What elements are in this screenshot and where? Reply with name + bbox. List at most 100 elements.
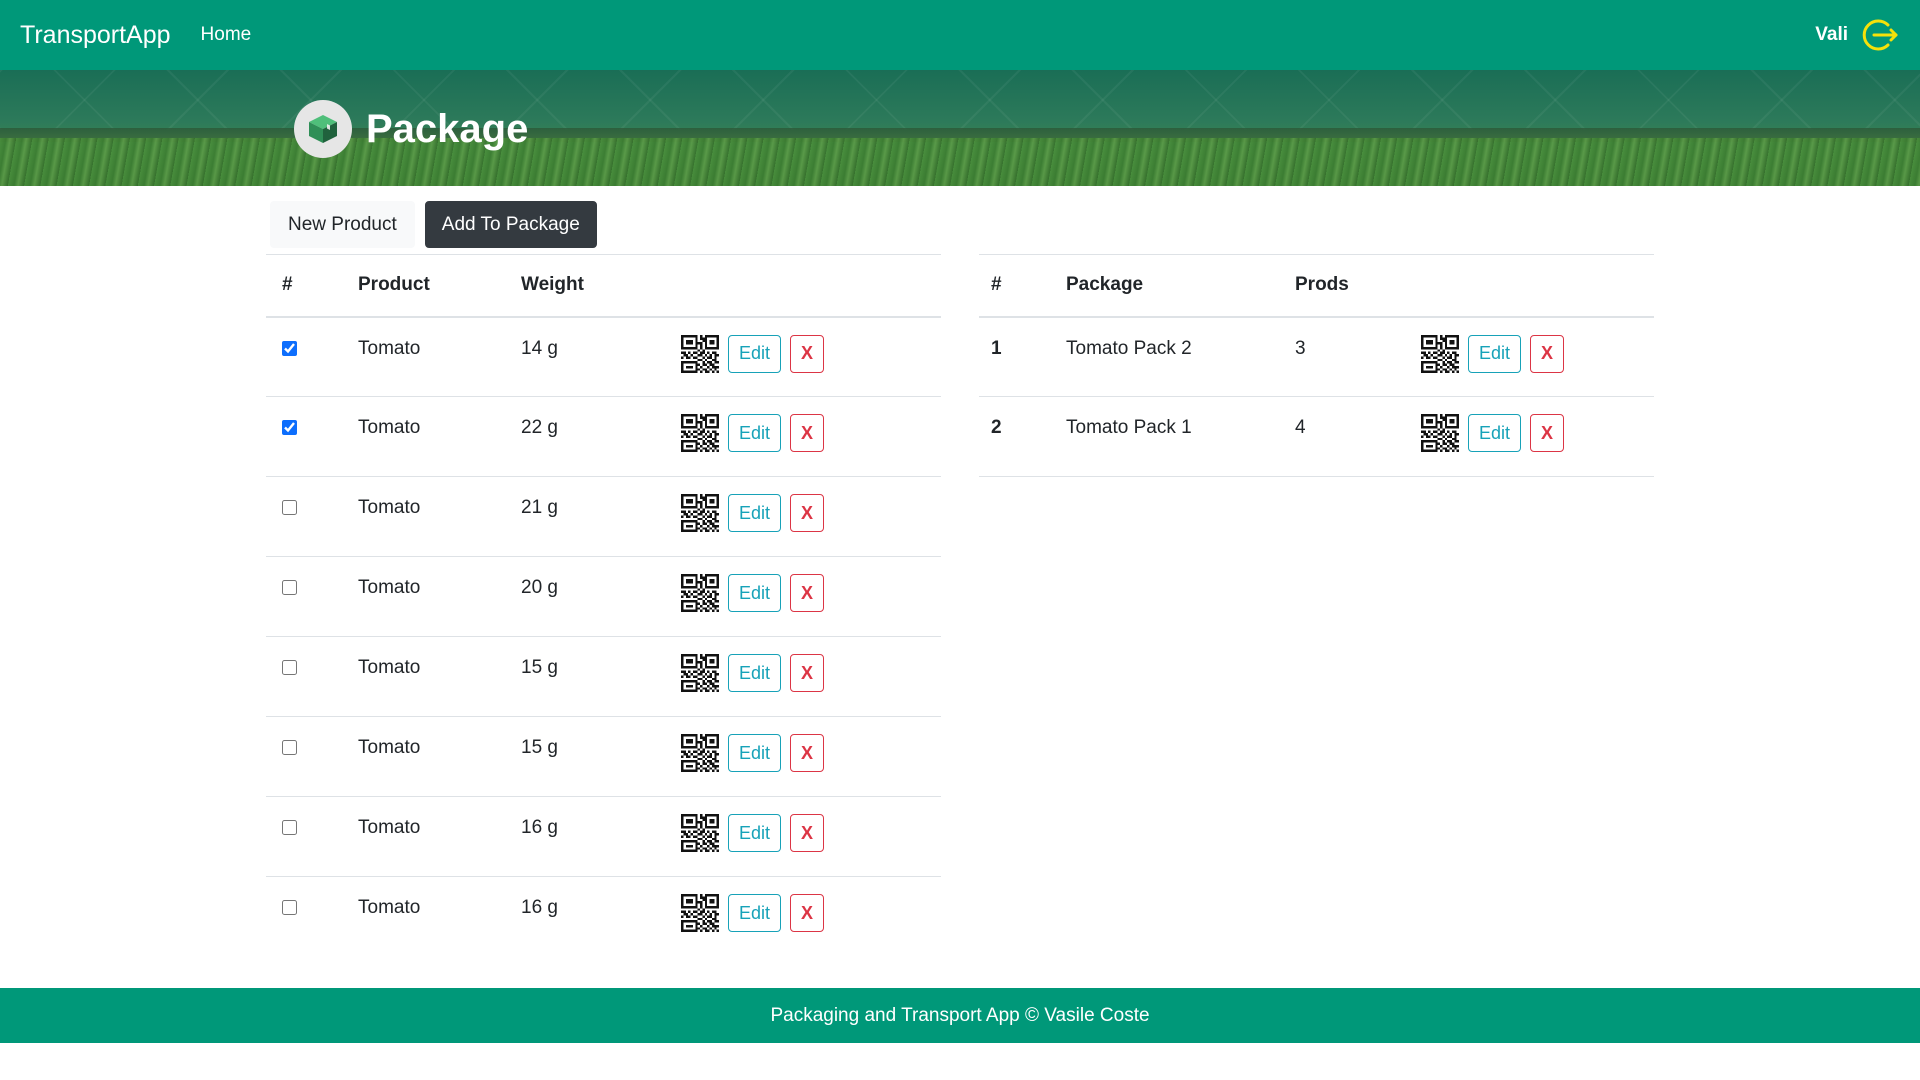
delete-button[interactable]: X	[790, 654, 824, 692]
delete-button[interactable]: X	[790, 894, 824, 932]
column-header-product: Product	[346, 254, 509, 318]
row-actions: Edit X	[1421, 334, 1642, 373]
select-cell	[266, 716, 346, 797]
row-actions: Edit X	[681, 814, 929, 852]
edit-button[interactable]: Edit	[728, 814, 781, 852]
toolbar: New Product Add To Package	[270, 201, 597, 248]
delete-button[interactable]: X	[1530, 334, 1564, 373]
actions-cell: Edit X	[669, 716, 941, 797]
qr-code-icon[interactable]	[681, 494, 719, 532]
select-checkbox[interactable]	[282, 420, 297, 435]
qr-code-icon[interactable]	[1421, 414, 1459, 452]
qr-code-icon[interactable]	[681, 574, 719, 612]
table-row: Tomato 15 g Edit X	[266, 716, 941, 797]
weight-cell: 15 g	[509, 636, 669, 717]
row-actions: Edit X	[681, 414, 929, 452]
select-checkbox[interactable]	[282, 500, 297, 515]
table-row: Tomato 21 g Edit X	[266, 476, 941, 557]
column-header-number: #	[266, 254, 346, 318]
product-cell: Tomato	[346, 636, 509, 717]
weight-cell: 22 g	[509, 396, 669, 477]
product-cell: Tomato	[346, 316, 509, 397]
select-checkbox[interactable]	[282, 660, 297, 675]
column-header-prods: Prods	[1283, 254, 1409, 318]
column-header-weight: Weight	[509, 254, 669, 318]
delete-button[interactable]: X	[790, 814, 824, 852]
weight-cell: 20 g	[509, 556, 669, 637]
packages-header-row: # Package Prods	[979, 254, 1654, 318]
actions-cell: Edit X	[669, 476, 941, 557]
edit-button[interactable]: Edit	[728, 494, 781, 532]
qr-code-icon[interactable]	[681, 334, 719, 373]
select-checkbox[interactable]	[282, 580, 297, 595]
delete-button[interactable]: X	[790, 734, 824, 772]
edit-button[interactable]: Edit	[728, 654, 781, 692]
qr-code-icon[interactable]	[681, 654, 719, 692]
delete-button[interactable]: X	[790, 414, 824, 452]
row-actions: Edit X	[681, 334, 929, 373]
select-checkbox[interactable]	[282, 740, 297, 755]
edit-button[interactable]: Edit	[728, 334, 781, 373]
select-cell	[266, 396, 346, 477]
packages-table: # Package Prods 1 Tomato Pack 2 3 Edit X…	[979, 254, 1654, 477]
prods-cell: 4	[1283, 396, 1409, 477]
qr-code-icon[interactable]	[681, 414, 719, 452]
product-cell: Tomato	[346, 476, 509, 557]
qr-code-icon[interactable]	[681, 814, 719, 852]
delete-button[interactable]: X	[790, 334, 824, 373]
package-cell: Tomato Pack 1	[1054, 396, 1283, 477]
edit-button[interactable]: Edit	[728, 574, 781, 612]
footer-text: Packaging and Transport App © Vasile Cos…	[770, 1004, 1150, 1026]
user-area: Vali	[1815, 15, 1900, 55]
actions-cell: Edit X	[669, 877, 941, 957]
table-row: Tomato 22 g Edit X	[266, 396, 941, 477]
select-checkbox[interactable]	[282, 340, 297, 356]
delete-button[interactable]: X	[790, 494, 824, 532]
edit-button[interactable]: Edit	[1468, 414, 1521, 452]
prods-cell: 3	[1283, 316, 1409, 397]
edit-button[interactable]: Edit	[728, 894, 781, 932]
nav-home-link[interactable]: Home	[201, 24, 252, 46]
select-cell	[266, 316, 346, 397]
products-header-row: # Product Weight	[266, 254, 941, 318]
table-row: Tomato 20 g Edit X	[266, 556, 941, 637]
actions-cell: Edit X	[669, 636, 941, 717]
brand-link[interactable]: TransportApp	[20, 21, 171, 50]
qr-code-icon[interactable]	[1421, 334, 1459, 373]
weight-cell: 15 g	[509, 716, 669, 797]
hero-content: Package	[294, 100, 528, 158]
edit-button[interactable]: Edit	[1468, 334, 1521, 373]
actions-cell: Edit X	[669, 316, 941, 397]
hero-field	[0, 138, 1920, 186]
footer: Packaging and Transport App © Vasile Cos…	[0, 988, 1920, 1043]
select-cell	[266, 796, 346, 877]
logout-icon[interactable]	[1860, 15, 1900, 55]
edit-button[interactable]: Edit	[728, 414, 781, 452]
number-cell: 2	[979, 396, 1054, 477]
column-header-actions	[669, 254, 941, 318]
select-cell	[266, 877, 346, 957]
user-name[interactable]: Vali	[1815, 24, 1848, 46]
page-title: Package	[366, 106, 529, 151]
weight-cell: 16 g	[509, 796, 669, 877]
column-header-actions	[1409, 254, 1654, 318]
delete-button[interactable]: X	[1530, 414, 1564, 452]
actions-cell: Edit X	[669, 556, 941, 637]
qr-code-icon[interactable]	[681, 734, 719, 772]
new-product-button[interactable]: New Product	[270, 201, 415, 248]
product-cell: Tomato	[358, 897, 421, 918]
select-checkbox[interactable]	[282, 820, 297, 835]
edit-button[interactable]: Edit	[728, 734, 781, 772]
select-checkbox[interactable]	[282, 900, 297, 915]
select-cell	[266, 556, 346, 637]
add-to-package-button[interactable]: Add To Package	[424, 201, 597, 248]
package-cell: Tomato Pack 2	[1054, 316, 1283, 397]
delete-button[interactable]: X	[790, 574, 824, 612]
table-row: Tomato 16 g Edit X	[266, 877, 941, 957]
products-table: # Product Weight Tomato 14 g Edit X Toma…	[266, 254, 941, 957]
row-actions: Edit X	[681, 494, 929, 532]
select-cell	[266, 476, 346, 557]
qr-code-icon[interactable]	[681, 894, 719, 932]
row-actions: Edit X	[1421, 414, 1642, 452]
row-actions: Edit X	[681, 574, 929, 612]
